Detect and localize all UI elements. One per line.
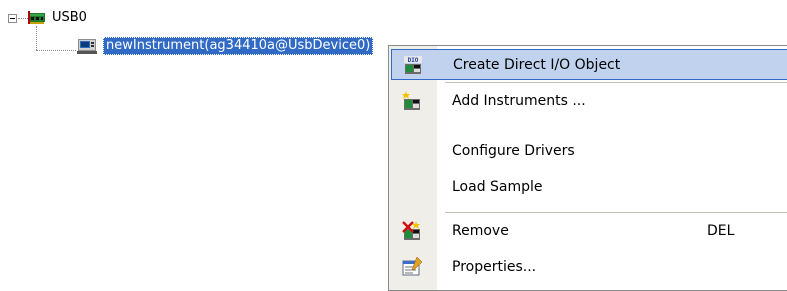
menu-item-add-instruments[interactable]: Add Instruments ... (391, 86, 787, 117)
context-menu: DIO Create Direct I/O Object Add Instrum… (388, 45, 787, 291)
menu-item-properties[interactable]: Properties... (391, 252, 787, 283)
menu-item-create-direct-io-object[interactable]: DIO Create Direct I/O Object (391, 49, 787, 80)
tree-connector-line (36, 50, 76, 51)
tree-connector-line (18, 18, 28, 19)
menu-item-label: Configure Drivers (452, 143, 575, 159)
menu-item-label: Remove (452, 223, 509, 239)
remove-instrument-icon (402, 221, 420, 240)
menu-item-load-sample[interactable]: Load Sample (391, 172, 787, 203)
tree-connector-line (36, 26, 37, 50)
instrument-icon (77, 39, 97, 54)
tree-node-new-instrument[interactable]: newInstrument(ag34410a@UsbDevice0) (103, 37, 374, 55)
menu-separator (445, 212, 787, 213)
menu-item-label: Load Sample (452, 179, 543, 195)
menu-item-label: Create Direct I/O Object (453, 57, 621, 73)
add-instrument-icon (402, 91, 420, 110)
menu-item-remove[interactable]: Remove DEL (391, 216, 787, 247)
menu-separator (445, 82, 787, 83)
collapse-minus-icon[interactable] (8, 14, 17, 23)
tree-node-usb0[interactable]: USB0 (52, 10, 87, 26)
menu-item-label: Properties... (452, 259, 537, 275)
properties-icon (402, 257, 423, 276)
menu-item-label: Add Instruments ... (452, 93, 586, 109)
direct-io-icon: DIO (404, 56, 422, 74)
svg-text:DIO: DIO (408, 57, 419, 64)
menu-item-shortcut: DEL (707, 223, 735, 239)
usb-card-icon (28, 11, 45, 24)
menu-item-configure-drivers[interactable]: Configure Drivers (391, 136, 787, 167)
